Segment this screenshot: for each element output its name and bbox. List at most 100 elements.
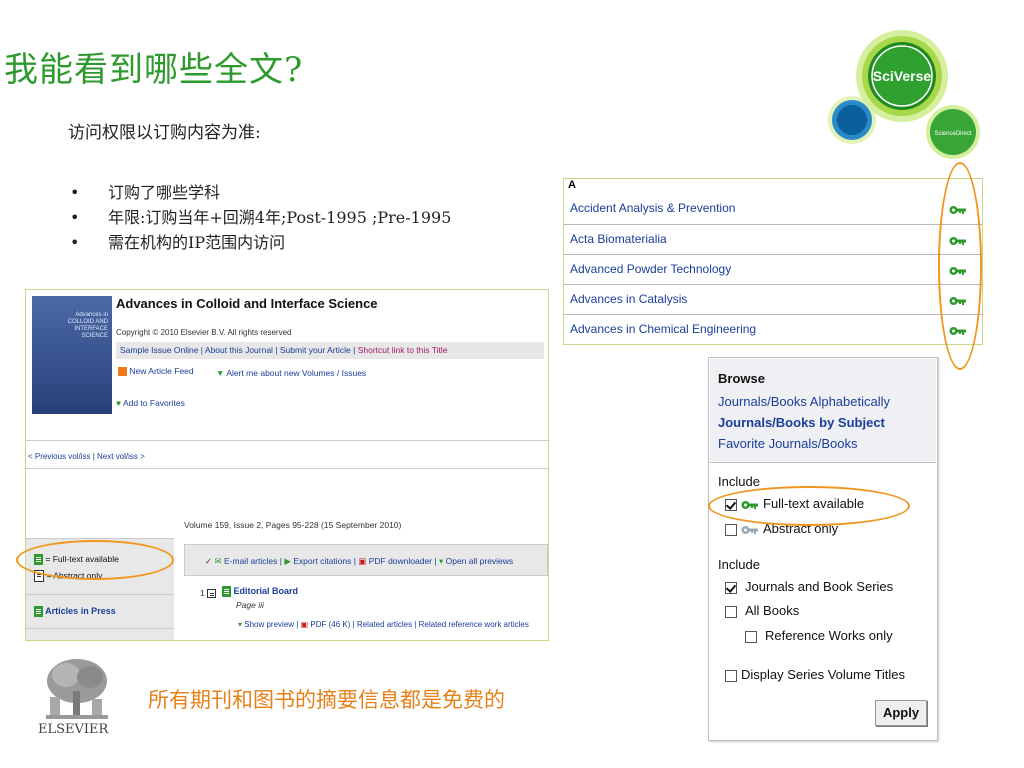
rss-icon xyxy=(118,367,127,377)
elsevier-wordmark: ELSEVIER xyxy=(38,722,109,737)
alert-label: Alert me about new Volumes / Issues xyxy=(226,368,367,378)
divider xyxy=(26,440,548,441)
pdf-link[interactable]: PDF (46 K) xyxy=(310,620,350,629)
include-label: Include xyxy=(718,474,760,489)
full-text-icon xyxy=(34,606,43,618)
shortcut-link[interactable]: Shortcut link to this Title xyxy=(358,345,448,355)
browse-alphabetically-link[interactable]: Journals/Books Alphabetically xyxy=(718,394,890,409)
key-icon xyxy=(741,522,759,540)
add-favorites-link[interactable]: ♥ Add to Favorites xyxy=(116,398,185,408)
slide-title: 我能看到哪些全文? xyxy=(4,50,304,90)
all-books-checkbox[interactable] xyxy=(725,606,737,618)
checkmark-icon: ✓ xyxy=(205,556,213,566)
journal-row[interactable]: Acta Biomaterialia xyxy=(564,224,982,255)
journals-series-checkbox[interactable] xyxy=(725,582,737,594)
journal-row[interactable]: Accident Analysis & Prevention xyxy=(564,194,982,224)
favorites-label: Add to Favorites xyxy=(122,398,185,408)
apply-button[interactable]: Apply xyxy=(875,700,927,726)
journal-list-letter: A xyxy=(568,179,576,191)
display-series-checkbox[interactable] xyxy=(725,670,737,682)
browse-by-subject-link[interactable]: Journals/Books by Subject xyxy=(718,415,885,430)
cover-text: Advances in COLLOID AND INTERFACE SCIENC… xyxy=(67,312,108,339)
related-reference-link[interactable]: Related reference work articles xyxy=(419,620,529,629)
article-number: 1 xyxy=(200,588,205,598)
journal-row[interactable]: Advanced Powder Technology xyxy=(564,254,982,285)
copyright-text: Copyright © 2010 Elsevier B.V. All right… xyxy=(116,328,292,337)
article-links: ▾ Show preview | ▣ PDF (46 K) | Related … xyxy=(238,620,529,629)
sciencedirect-logo-text: ScienceDirect xyxy=(934,131,971,137)
highlight-ring xyxy=(938,162,982,370)
article-checkbox[interactable] xyxy=(207,589,217,599)
all-books-label: All Books xyxy=(745,603,800,618)
bullet-text: 订购了哪些学科 xyxy=(108,183,221,202)
divider xyxy=(26,468,548,469)
abstract-only-checkbox[interactable] xyxy=(725,524,737,536)
feed-label: New Article Feed xyxy=(129,366,194,376)
alert-link[interactable]: ▼ Alert me about new Volumes / Issues xyxy=(216,368,366,378)
include-label-2: Include xyxy=(718,557,760,572)
next-issue-link[interactable]: Next vol/iss > xyxy=(97,452,145,461)
email-icon: ✉ xyxy=(214,556,222,566)
heart-icon: ♥ xyxy=(116,398,122,408)
journal-row[interactable]: Advances in Chemical Engineering xyxy=(564,314,982,345)
full-text-icon xyxy=(222,586,231,598)
journal-link[interactable]: Acta Biomaterialia xyxy=(570,232,667,246)
prev-issue-link[interactable]: < Previous vol/iss xyxy=(28,452,90,461)
volume-info: Volume 159, Issue 2, Pages 95-228 (15 Se… xyxy=(184,520,402,530)
journal-page-screenshot: Advances in COLLOID AND INTERFACE SCIENC… xyxy=(25,289,549,641)
pdf-icon: ▣ xyxy=(300,620,309,629)
bullet-dot: • xyxy=(70,233,80,252)
preview-icon: ▾ xyxy=(438,556,444,566)
article-title-link[interactable]: Editorial Board xyxy=(222,586,299,598)
journal-link[interactable]: Advances in Catalysis xyxy=(570,292,687,306)
related-articles-link[interactable]: Related articles xyxy=(357,620,412,629)
browse-heading: Browse xyxy=(718,371,765,386)
display-series-label: Display Series Volume Titles xyxy=(741,667,906,682)
issue-nav: < Previous vol/iss | Next vol/iss > xyxy=(28,452,145,461)
show-preview-link[interactable]: Show preview xyxy=(244,620,294,629)
aip-label: Articles in Press xyxy=(45,606,116,616)
reference-works-checkbox[interactable] xyxy=(745,631,757,643)
divider xyxy=(26,628,174,629)
bullet-item: • 需在机构的IP范围内访问 xyxy=(70,230,451,255)
export-citations-button[interactable]: Export citations xyxy=(293,556,351,566)
journal-link[interactable]: Accident Analysis & Prevention xyxy=(570,201,735,215)
preview-icon: ▾ xyxy=(238,620,243,629)
article-title-label: Editorial Board xyxy=(233,586,299,596)
favorite-journals-link[interactable]: Favorite Journals/Books xyxy=(718,436,857,451)
bullet-item: • 年限:订购当年+回溯4年;Post-1995 ;Pre-1995 xyxy=(70,205,451,230)
new-article-feed-link[interactable]: New Article Feed xyxy=(118,366,194,377)
bullet-dot: • xyxy=(70,183,80,202)
highlight-ring xyxy=(16,540,174,580)
journal-link[interactable]: Advances in Chemical Engineering xyxy=(570,322,756,336)
article-page: Page iii xyxy=(236,600,264,610)
sample-issue-link[interactable]: Sample Issue Online xyxy=(120,345,198,355)
pdf-downloader-button[interactable]: PDF downloader xyxy=(369,556,432,566)
bullet-dot: • xyxy=(70,208,80,227)
divider xyxy=(26,594,174,595)
article-row: 1 xyxy=(200,588,217,599)
journal-link[interactable]: Advanced Powder Technology xyxy=(570,262,731,276)
highlight-ring xyxy=(708,486,910,526)
export-icon: ▶ xyxy=(284,556,291,566)
articles-in-press-link[interactable]: Articles in Press xyxy=(34,606,116,618)
alert-icon: ▼ xyxy=(216,368,225,378)
journal-row[interactable]: Advances in Catalysis xyxy=(564,284,982,315)
journal-cover-image: Advances in COLLOID AND INTERFACE SCIENC… xyxy=(32,296,112,414)
bullet-list: • 订购了哪些学科 • 年限:订购当年+回溯4年;Post-1995 ;Pre-19… xyxy=(70,180,451,255)
bullet-item: • 订购了哪些学科 xyxy=(70,180,451,205)
journal-list: A Accident Analysis & Prevention Acta Bi… xyxy=(563,178,983,345)
reference-works-label: Reference Works only xyxy=(765,628,893,643)
sciverse-logo: SciVerse ScienceDirect xyxy=(818,26,988,162)
pdf-icon: ▣ xyxy=(358,556,367,566)
slide-subtitle: 访问权限以订购内容为准: xyxy=(68,123,261,143)
journals-series-label: Journals and Book Series xyxy=(745,579,894,594)
divider xyxy=(710,462,936,463)
journal-links-bar: Sample Issue Online | About this Journal… xyxy=(116,342,544,359)
article-toolbar: ✓ ✉ E-mail articles | ▶ Export citations… xyxy=(184,544,548,576)
submit-article-link[interactable]: Submit your Article xyxy=(280,345,351,355)
about-journal-link[interactable]: About this Journal xyxy=(205,345,273,355)
email-articles-button[interactable]: E-mail articles xyxy=(224,556,277,566)
open-previews-button[interactable]: Open all previews xyxy=(446,556,514,566)
bullet-text: 需在机构的IP范围内访问 xyxy=(108,233,286,252)
